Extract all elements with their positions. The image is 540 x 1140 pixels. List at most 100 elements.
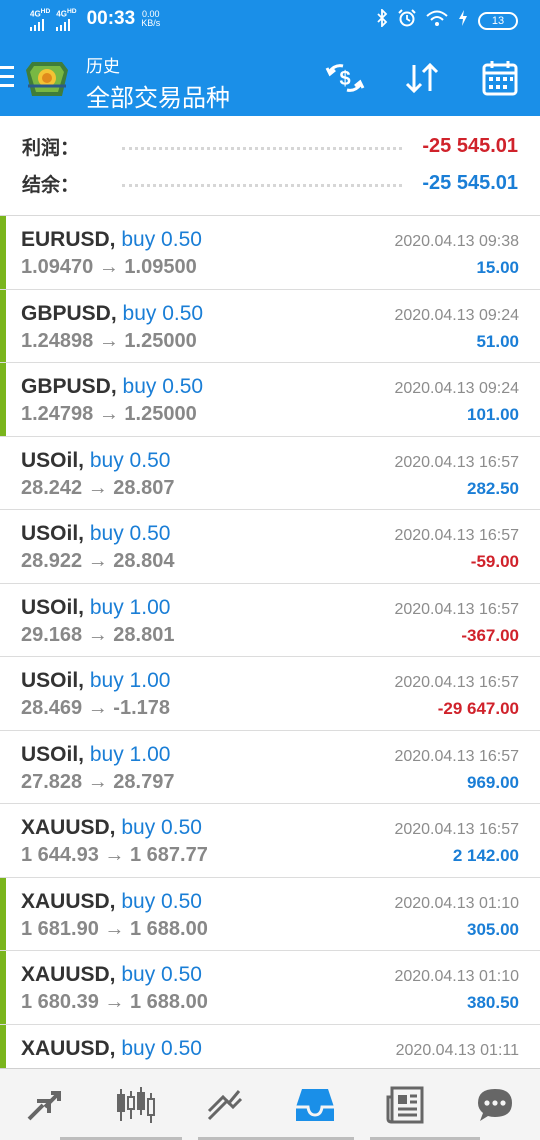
status-bar: 4GHD 4GHD 00:33 0.00 KB/s 13 — [0, 0, 540, 40]
calendar-icon[interactable] — [480, 60, 520, 96]
trade-symbol: USOil, — [21, 448, 85, 472]
trade-profit: -367.00 — [461, 625, 519, 645]
profit-row: 利润： -25 545.01 — [22, 131, 518, 161]
trade-row[interactable]: XAUUSD, buy 0.50 1 680.39 → 1 688.00 2020.… — [0, 951, 540, 1025]
trade-symbol-line: GBPUSD, buy 0.50 — [21, 375, 203, 399]
trade-symbol: USOil, — [21, 522, 85, 545]
profit-label: 利润： — [22, 137, 80, 159]
trade-symbol-line: USOil, buy 1.00 — [21, 743, 170, 767]
trade-action: buy 0.50 — [121, 228, 202, 251]
dotted-leader — [122, 146, 403, 150]
nav-chat[interactable] — [450, 1069, 540, 1140]
trade-symbol: EURUSD, — [21, 228, 116, 251]
svg-text:$: $ — [339, 68, 350, 90]
trade-time: 2020.04.13 01:11 — [395, 1041, 519, 1059]
trade-symbol-line: GBPUSD, buy 0.50 — [21, 302, 203, 326]
network-hd-2: HD — [66, 8, 77, 15]
summary-panel: 利润： -25 545.01 结余： -25 545.01 — [0, 116, 540, 216]
trade-action: buy 1.00 — [89, 595, 171, 619]
trade-action: buy 1.00 — [89, 742, 171, 766]
trade-profit: 282.50 — [467, 478, 519, 498]
quotes-icon — [27, 1090, 61, 1120]
trade-time: 2020.04.13 01:10 — [394, 968, 519, 985]
trade-profit: 380.50 — [467, 993, 519, 1012]
trade-profit: 51.00 — [476, 331, 519, 351]
trade-time: 2020.04.13 09:24 — [394, 380, 519, 397]
chart-icon — [117, 1086, 155, 1123]
trade-symbol: XAUUSD, — [21, 963, 116, 986]
trade-row[interactable]: USOil, buy 0.50 28.242 → 28.807 2020.04.13… — [0, 436, 540, 510]
trade-symbol-line: USOil, buy 0.50 — [21, 522, 170, 546]
trade-prices: 1.24798 → 1.25000 — [21, 403, 197, 425]
trade-symbol-line: USOil, buy 0.50 — [21, 449, 170, 473]
nav-news[interactable] — [360, 1069, 450, 1140]
nav-trade[interactable] — [180, 1069, 270, 1140]
bluetooth-icon — [376, 7, 388, 32]
trade-symbol: GBPUSD, — [21, 301, 117, 325]
trade-prices: 1 680.39 → 1 688.00 — [21, 991, 208, 1013]
trade-profit: -29 647.00 — [437, 699, 519, 718]
trade-prices: 1.09470 → 1.09500 — [21, 256, 197, 278]
trade-symbol-line: USOil, buy 1.00 — [21, 596, 170, 620]
trade-symbol-line: EURUSD, buy 0.50 — [21, 228, 202, 252]
trade-prices: 28.469 → -1.178 — [21, 697, 170, 719]
nav-history[interactable] — [270, 1069, 360, 1140]
trade-symbol: XAUUSD, — [21, 816, 116, 839]
trade-profit: 2 142.00 — [452, 846, 519, 865]
trade-action: buy 0.50 — [122, 375, 204, 398]
trade-history-list[interactable]: EURUSD, buy 0.50 1.09470 → 1.09500 2020.04… — [0, 216, 540, 1068]
trade-symbol-line: XAUUSD, buy 0.50 — [21, 963, 202, 987]
trade-row[interactable]: USOil, buy 1.00 28.469 → -1.178 2020.04.13… — [0, 657, 540, 731]
trade-action: buy 0.50 — [121, 1036, 202, 1060]
trade-flag-bar — [0, 363, 6, 436]
trade-symbol-line: XAUUSD, buy 0.50 — [21, 1037, 202, 1061]
signal-1: 4GHD — [30, 8, 50, 31]
currency-exchange-icon[interactable]: $ — [325, 60, 365, 96]
trade-prices: 1.24898 → 1.25000 — [21, 329, 197, 352]
nav-quotes[interactable] — [0, 1069, 90, 1140]
trade-row[interactable]: USOil, buy 0.50 28.922 → 28.804 2020.04.13… — [0, 510, 540, 584]
trade-symbol-line: USOil, buy 1.00 — [21, 669, 170, 693]
trade-profit: 305.00 — [467, 919, 519, 939]
trade-row[interactable]: GBPUSD, buy 0.50 1.24898 → 1.25000 2020.04… — [0, 289, 540, 363]
trade-row[interactable]: USOil, buy 1.00 29.168 → 28.801 2020.04.13… — [0, 583, 540, 657]
trade-symbol: GBPUSD, — [21, 375, 117, 398]
trade-row[interactable]: XAUUSD, buy 0.50 1 644.93 → 1 687.77 2020.… — [0, 804, 540, 878]
trade-prices: 27.828 → 28.797 — [21, 770, 175, 793]
trade-time: 2020.04.13 16:57 — [394, 747, 519, 765]
trade-time: 2020.04.13 01:10 — [394, 894, 519, 912]
clock: 00:33 — [86, 8, 136, 30]
trade-flag-bar — [0, 951, 6, 1024]
trade-row[interactable]: GBPUSD, buy 0.50 1.24798 → 1.25000 2020.04… — [0, 363, 540, 437]
trade-row[interactable]: XAUUSD, buy 0.50 2020.04.13 01:11 — [0, 1024, 540, 1068]
net-speed-unit: KB/s — [141, 18, 161, 29]
balance-value: -25 545.01 — [422, 171, 518, 194]
nav-chart[interactable] — [90, 1069, 180, 1140]
trade-symbol: XAUUSD, — [21, 889, 116, 913]
trade-symbol: USOil, — [21, 669, 85, 692]
battery-indicator: 13 — [478, 11, 518, 30]
app-toolbar: 历史 全部交易品种 $ — [0, 40, 540, 116]
toolbar-title[interactable]: 全部交易品种 — [86, 78, 230, 113]
network-hd-1: HD — [40, 8, 51, 15]
trade-action: buy 0.50 — [89, 448, 171, 472]
trade-profit: 969.00 — [467, 772, 519, 792]
signal-bars-2-icon — [56, 18, 76, 31]
trade-flag-bar — [0, 289, 6, 362]
alarm-icon — [398, 9, 416, 32]
trade-time: 2020.04.13 16:57 — [394, 453, 519, 471]
trade-profit: -59.00 — [470, 552, 519, 571]
trade-profit: 101.00 — [467, 405, 519, 424]
trade-row[interactable]: XAUUSD, buy 0.50 1 681.90 → 1 688.00 2020.… — [0, 877, 540, 951]
trade-action: buy 0.50 — [121, 816, 202, 839]
trade-time: 2020.04.13 16:57 — [394, 674, 519, 691]
net-speed: 0.00 KB/s — [141, 10, 160, 28]
sort-icon[interactable] — [402, 60, 442, 96]
trade-row[interactable]: USOil, buy 1.00 27.828 → 28.797 2020.04.13… — [0, 730, 540, 804]
trade-prices: 28.922 → 28.804 — [21, 550, 175, 572]
trade-time: 2020.04.13 09:38 — [394, 233, 519, 250]
history-icon — [296, 1088, 334, 1121]
menu-icon[interactable] — [0, 66, 14, 88]
trade-row[interactable]: EURUSD, buy 0.50 1.09470 → 1.09500 2020.04… — [0, 216, 540, 290]
toolbar-subtitle: 历史 — [86, 57, 120, 76]
